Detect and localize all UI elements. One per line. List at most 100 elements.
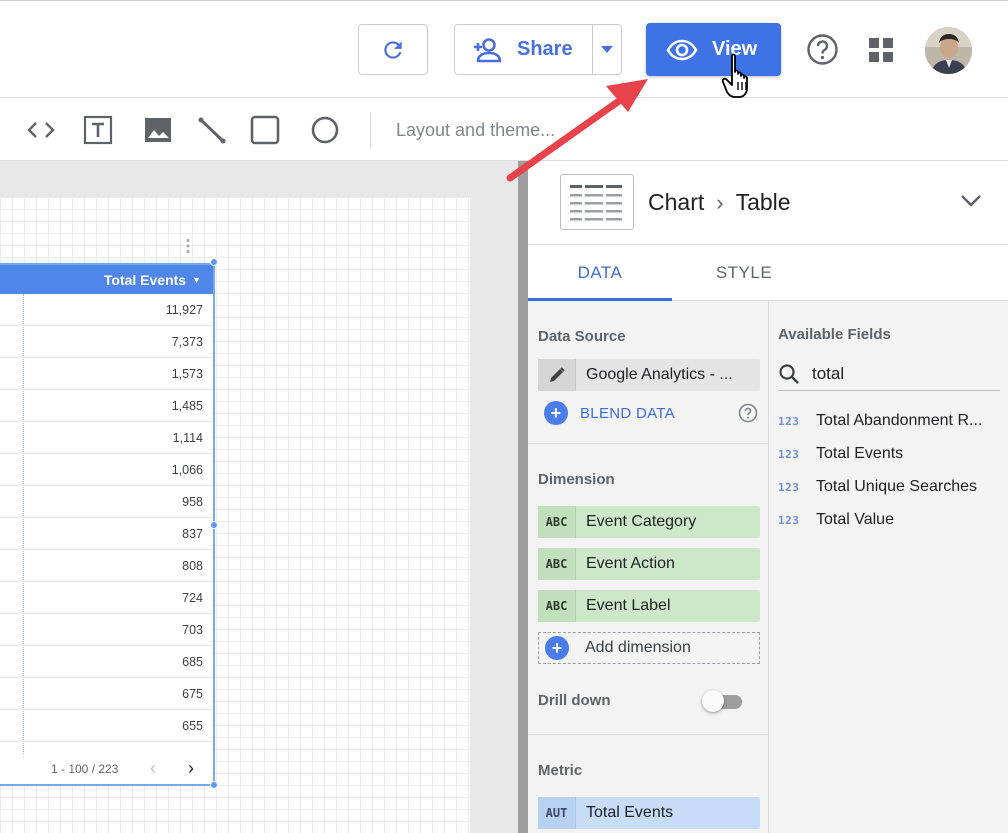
field-item[interactable]: 123 Total Abandonment R... — [778, 408, 1008, 434]
field-item[interactable]: 123 Total Unique Searches — [778, 474, 1008, 500]
apps-grid-icon[interactable] — [869, 38, 894, 63]
table-row: 675 — [0, 678, 213, 710]
field-name: Total Unique Searches — [816, 478, 977, 495]
available-fields-column: Available Fields total 123 Total Abandon… — [769, 301, 1008, 833]
app-header: Share View — [0, 0, 1008, 97]
help-circle-icon[interactable] — [738, 403, 758, 423]
panel-tabs: DATA STYLE — [528, 245, 1008, 301]
chevron-down-icon[interactable] — [960, 194, 982, 208]
table-pager: 1 - 100 / 223 ‹ › — [0, 754, 213, 784]
circle-icon[interactable] — [309, 114, 341, 146]
add-dimension-button[interactable]: + Add dimension — [538, 632, 760, 664]
chevron-right-icon[interactable]: › — [188, 758, 194, 779]
section-divider — [528, 443, 769, 444]
dimension-label: Dimension — [538, 471, 615, 488]
refresh-icon — [384, 40, 402, 59]
metric-chip[interactable]: AUT Total Events — [538, 797, 760, 829]
table-row: 655 — [0, 710, 213, 742]
table-thumbnail — [570, 185, 622, 221]
table-row: 11,927 — [0, 294, 213, 326]
number-type-badge: 123 — [778, 414, 800, 428]
add-circle-icon: + — [545, 636, 569, 660]
share-dropdown-button[interactable] — [593, 25, 621, 74]
avatar-image — [925, 27, 972, 74]
table-chart[interactable]: Total Events ▼ 11,927 7,373 1,573 1,485 … — [0, 263, 215, 786]
image-icon[interactable] — [142, 114, 174, 146]
number-type-badge: 123 — [778, 480, 800, 494]
resize-handle[interactable] — [210, 521, 218, 529]
table-header-total-events[interactable]: Total Events ▼ — [0, 265, 213, 294]
table-row: 1,573 — [0, 358, 213, 390]
text-type-badge: ABC — [538, 548, 576, 580]
metric-label: Metric — [538, 762, 583, 779]
code-icon[interactable] — [25, 114, 57, 146]
metric-name: Total Events — [586, 804, 674, 821]
table-row: 808 — [0, 550, 213, 582]
view-button[interactable]: View — [646, 23, 781, 76]
chart-type-label: Table — [735, 189, 791, 215]
table-row: 703 — [0, 614, 213, 646]
avatar[interactable] — [925, 27, 972, 74]
resize-handle[interactable] — [210, 781, 218, 789]
pencil-icon[interactable] — [538, 359, 576, 391]
dimension-name: Event Label — [586, 597, 671, 614]
dimension-chip[interactable]: ABC Event Label — [538, 590, 760, 622]
tab-data[interactable]: DATA — [528, 245, 672, 301]
panel-divider — [518, 161, 528, 833]
panel-header: Chart › Table — [528, 161, 1008, 245]
data-source-name: Google Analytics - ... — [586, 366, 733, 383]
tab-style[interactable]: STYLE — [672, 245, 816, 301]
table-row: 724 — [0, 582, 213, 614]
rectangle-icon[interactable] — [249, 114, 281, 146]
dimension-name: Event Category — [586, 513, 697, 530]
available-fields-label: Available Fields — [778, 326, 891, 343]
toggle-knob — [702, 690, 724, 712]
table-row: 837 — [0, 518, 213, 550]
table-row: 1,485 — [0, 390, 213, 422]
table-header-label: Total Events — [103, 271, 187, 288]
chart-crumb-label: Chart — [648, 189, 705, 215]
number-type-badge: 123 — [778, 447, 800, 461]
add-dimension-label: Add dimension — [585, 639, 691, 656]
share-button[interactable]: Share — [455, 25, 594, 74]
dimension-chip[interactable]: ABC Event Category — [538, 506, 760, 538]
field-name: Total Abandonment R... — [816, 412, 983, 429]
caret-down-icon — [601, 45, 614, 53]
field-item[interactable]: 123 Total Value — [778, 507, 1008, 533]
data-settings-column: Data Source Google Analytics - ... + BLE… — [528, 301, 769, 833]
search-value: total — [812, 363, 845, 383]
table-row: 958 — [0, 486, 213, 518]
add-circle-icon: + — [544, 401, 568, 425]
help-icon[interactable] — [806, 33, 839, 66]
number-type-badge: 123 — [778, 513, 800, 527]
properties-panel: Chart › Table DATA STYLE Data Source Goo… — [528, 161, 1008, 833]
aggregation-badge[interactable]: AUT — [538, 797, 576, 829]
toolbar-divider — [370, 112, 371, 148]
table-row: 1,066 — [0, 454, 213, 486]
drill-down-label: Drill down — [538, 692, 611, 709]
dimension-chip[interactable]: ABC Event Action — [538, 548, 760, 580]
data-source-chip[interactable]: Google Analytics - ... — [538, 359, 760, 391]
table-row: 1,114 — [0, 422, 213, 454]
drill-down-toggle[interactable] — [702, 690, 742, 712]
line-icon[interactable] — [196, 114, 228, 146]
field-item[interactable]: 123 Total Events — [778, 441, 1008, 467]
hand-cursor-icon — [722, 53, 748, 98]
text-type-badge: ABC — [538, 506, 576, 538]
blend-data-button[interactable]: + BLEND DATA — [544, 401, 675, 425]
refresh-button[interactable] — [358, 24, 428, 75]
more-vert-icon[interactable] — [184, 238, 192, 254]
share-label: Share — [517, 38, 573, 60]
field-name: Total Value — [816, 511, 894, 528]
table-chart-icon[interactable] — [560, 174, 634, 230]
resize-handle[interactable] — [210, 258, 218, 266]
field-name: Total Events — [816, 445, 904, 462]
table-row: 7,373 — [0, 326, 213, 358]
layout-and-theme-button[interactable]: Layout and theme... — [396, 120, 555, 141]
chevron-left-icon[interactable]: ‹ — [150, 758, 156, 779]
data-source-label: Data Source — [538, 328, 626, 345]
chart-type-breadcrumb: Chart › Table — [648, 189, 791, 216]
text-box-icon[interactable] — [82, 114, 114, 146]
add-person-icon — [474, 37, 502, 62]
field-search-input[interactable]: total — [778, 357, 1000, 391]
